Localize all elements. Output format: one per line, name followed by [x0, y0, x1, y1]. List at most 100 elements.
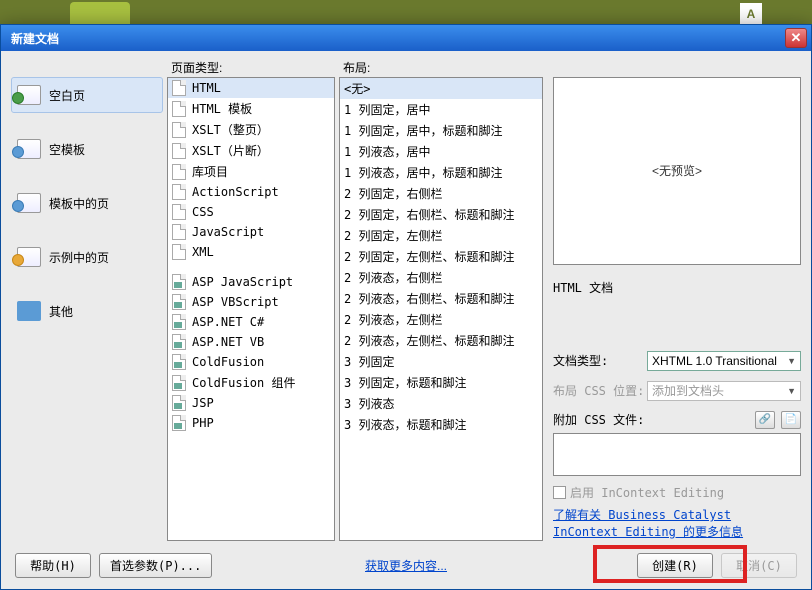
page-type-item[interactable]: ASP VBScript — [168, 292, 334, 312]
page-type-item[interactable]: JavaScript — [168, 222, 334, 242]
preview-text: <无预览> — [652, 162, 702, 179]
doc-kind-text: HTML 文档 — [553, 279, 801, 296]
file-icon — [172, 274, 186, 290]
layout-item[interactable]: 1 列液态，居中，标题和脚注 — [340, 162, 542, 183]
doctype-row: 文档类型: XHTML 1.0 Transitional ▼ — [553, 351, 801, 371]
layouts-list[interactable]: <无>1 列固定，居中1 列固定，居中，标题和脚注1 列液态，居中1 列液态，居… — [339, 77, 543, 541]
right-pane: <无预览> HTML 文档 文档类型: XHTML 1.0 Transition… — [547, 59, 801, 541]
file-icon — [172, 415, 186, 431]
page-type-item[interactable]: ASP.NET VB — [168, 332, 334, 352]
file-icon — [172, 314, 186, 330]
page-type-label: XSLT（片断） — [192, 142, 269, 159]
page-type-item[interactable]: ActionScript — [168, 182, 334, 202]
page-type-item[interactable]: XSLT（整页） — [168, 119, 334, 140]
layout-css-row: 布局 CSS 位置: 添加到文档头 ▼ — [553, 381, 801, 401]
page-type-item[interactable]: HTML — [168, 78, 334, 98]
page-types-list[interactable]: HTML HTML 模板 XSLT（整页） XSLT（片断） 库项目 ActionScri… — [167, 77, 335, 541]
layout-item[interactable]: 2 列固定，左侧栏、标题和脚注 — [340, 246, 542, 267]
page-type-label: ASP VBScript — [192, 295, 279, 309]
dialog-body: 空白页 空模板 模板中的页 示例中的页 其他 页面类型: HTML HTML 模板… — [1, 51, 811, 541]
page-type-label: ColdFusion 组件 — [192, 374, 295, 391]
page-type-label: HTML 模板 — [192, 100, 252, 117]
file-icon — [172, 395, 186, 411]
page-types-header: 页面类型: — [167, 59, 335, 77]
page-types-column: 页面类型: HTML HTML 模板 XSLT（整页） XSLT（片断） 库项目 Acti… — [167, 59, 335, 541]
page-type-label: ASP.NET VB — [192, 335, 264, 349]
new-document-dialog: 新建文档 ✕ 空白页 空模板 模板中的页 示例中的页 其他 — [0, 24, 812, 590]
page-type-label: CSS — [192, 205, 214, 219]
file-icon — [172, 164, 186, 180]
page-type-item[interactable]: HTML 模板 — [168, 98, 334, 119]
browse-css-button[interactable]: 📄 — [781, 411, 801, 429]
layout-item[interactable]: 2 列固定，右侧栏、标题和脚注 — [340, 204, 542, 225]
page-type-label: PHP — [192, 416, 214, 430]
file-icon — [172, 294, 186, 310]
page-type-label: ActionScript — [192, 185, 279, 199]
learn-more-link[interactable]: 了解有关 Business Catalyst InContext Editing… — [553, 507, 801, 541]
layout-item[interactable]: 2 列液态，左侧栏、标题和脚注 — [340, 330, 542, 351]
doctype-select[interactable]: XHTML 1.0 Transitional ▼ — [647, 351, 801, 371]
sidebar-item-blank-page[interactable]: 空白页 — [11, 77, 163, 113]
page-type-item[interactable]: ASP JavaScript — [168, 272, 334, 292]
incontext-checkbox[interactable] — [553, 486, 566, 499]
page-type-item[interactable]: XSLT（片断） — [168, 140, 334, 161]
dialog-title: 新建文档 — [11, 30, 785, 47]
page-type-item[interactable]: JSP — [168, 393, 334, 413]
page-type-item[interactable]: PHP — [168, 413, 334, 433]
template-icon — [17, 139, 41, 159]
page-type-label: JavaScript — [192, 225, 264, 239]
sidebar-item-page-from-template[interactable]: 模板中的页 — [11, 185, 163, 221]
layout-item[interactable]: 2 列液态，右侧栏 — [340, 267, 542, 288]
create-button[interactable]: 创建(R) — [637, 553, 713, 578]
page-type-label: 库项目 — [192, 163, 228, 180]
page-type-item[interactable]: ColdFusion 组件 — [168, 372, 334, 393]
page-type-label: JSP — [192, 396, 214, 410]
close-button[interactable]: ✕ — [785, 28, 807, 48]
layout-item[interactable]: 1 列固定，居中 — [340, 99, 542, 120]
layout-item[interactable]: 2 列液态，左侧栏 — [340, 309, 542, 330]
help-button[interactable]: 帮助(H) — [15, 553, 91, 578]
attached-css-list[interactable] — [553, 433, 801, 476]
file-icon — [172, 244, 186, 260]
page-type-item[interactable]: CSS — [168, 202, 334, 222]
template-icon — [17, 193, 41, 213]
layout-item[interactable]: 3 列液态，标题和脚注 — [340, 414, 542, 435]
chevron-down-icon: ▼ — [787, 356, 796, 366]
attach-css-label: 附加 CSS 文件: — [553, 411, 641, 428]
layout-item[interactable]: 1 列固定，居中，标题和脚注 — [340, 120, 542, 141]
layouts-column: 布局: <无>1 列固定，居中1 列固定，居中，标题和脚注1 列液态，居中1 列… — [339, 59, 543, 541]
page-type-item[interactable]: ColdFusion — [168, 352, 334, 372]
doctype-label: 文档类型: — [553, 352, 641, 369]
layouts-header: 布局: — [339, 59, 543, 77]
layout-item[interactable]: 2 列固定，左侧栏 — [340, 225, 542, 246]
sidebar-item-blank-template[interactable]: 空模板 — [11, 131, 163, 167]
incontext-row: 启用 InContext Editing — [553, 484, 801, 501]
file-icon — [172, 80, 186, 96]
layout-item[interactable]: 3 列固定 — [340, 351, 542, 372]
page-type-item[interactable]: ASP.NET C# — [168, 312, 334, 332]
page-type-item[interactable]: 库项目 — [168, 161, 334, 182]
layout-item[interactable]: 1 列液态，居中 — [340, 141, 542, 162]
layout-item[interactable]: 2 列液态，右侧栏、标题和脚注 — [340, 288, 542, 309]
link-css-button[interactable]: 🔗 — [755, 411, 775, 429]
get-more-link[interactable]: 获取更多内容... — [365, 557, 447, 574]
titlebar: 新建文档 ✕ — [1, 25, 811, 51]
file-icon — [172, 101, 186, 117]
sidebar-item-other[interactable]: 其他 — [11, 293, 163, 329]
layout-item[interactable]: 2 列固定，右侧栏 — [340, 183, 542, 204]
preferences-button[interactable]: 首选参数(P)... — [99, 553, 212, 578]
file-icon — [172, 375, 186, 391]
layout-item[interactable]: <无> — [340, 78, 542, 99]
cancel-button[interactable]: 取消(C) — [721, 553, 797, 578]
page-type-item[interactable]: XML — [168, 242, 334, 262]
sidebar-item-label: 其他 — [49, 303, 73, 320]
category-sidebar: 空白页 空模板 模板中的页 示例中的页 其他 — [11, 59, 163, 541]
layout-css-value: 添加到文档头 — [652, 382, 724, 399]
layout-item[interactable]: 3 列固定，标题和脚注 — [340, 372, 542, 393]
file-icon — [172, 354, 186, 370]
file-icon — [172, 143, 186, 159]
sidebar-item-label: 空白页 — [49, 87, 85, 104]
layout-item[interactable]: 3 列液态 — [340, 393, 542, 414]
file-icon — [172, 184, 186, 200]
sidebar-item-page-from-sample[interactable]: 示例中的页 — [11, 239, 163, 275]
